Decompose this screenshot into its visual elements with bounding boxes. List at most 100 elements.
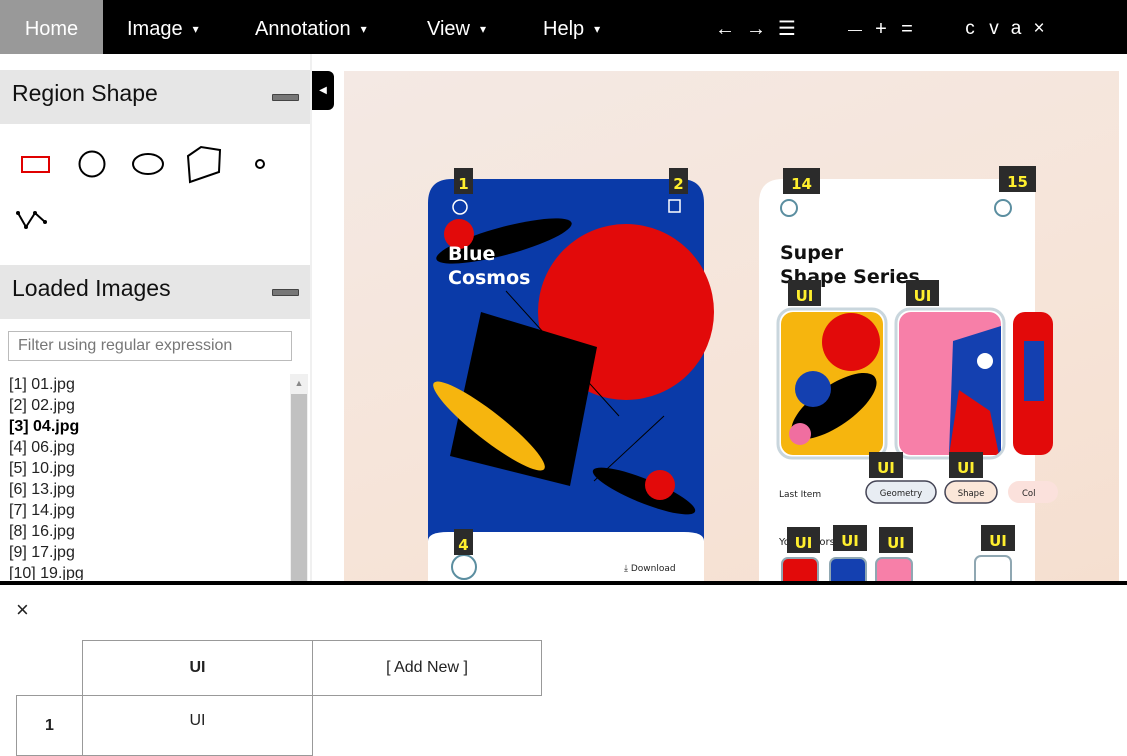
region-label[interactable]: 2 — [669, 168, 688, 194]
svg-text:UI: UI — [877, 459, 895, 477]
attribute-table: UI [ Add New ] 1 UI — [16, 640, 542, 756]
shape-tools — [0, 124, 310, 264]
chip-geometry: Geometry — [880, 489, 922, 499]
svg-text:UI: UI — [841, 532, 859, 550]
image-filter-input[interactable] — [8, 331, 292, 361]
close-icon[interactable]: × — [16, 598, 36, 622]
card-title-line1: Super — [780, 242, 844, 264]
region-label[interactable]: UI — [788, 280, 821, 306]
region-label[interactable]: 14 — [783, 168, 820, 194]
collapse-icon[interactable] — [272, 94, 299, 101]
prev-image-icon[interactable]: ← — [712, 0, 738, 54]
editor-splitter[interactable] — [0, 581, 1127, 585]
loaded-images-title: Loaded Images — [12, 275, 171, 301]
card-title-line2: Cosmos — [448, 267, 530, 289]
zoom-out-icon[interactable]: — — [844, 0, 866, 54]
polygon-shape-icon[interactable] — [184, 144, 224, 184]
image-list-item-selected[interactable]: [3] 04.jpg — [9, 416, 289, 437]
paste-region-button[interactable]: v — [984, 0, 1004, 54]
menu-home[interactable]: Home — [0, 0, 103, 54]
svg-text:4: 4 — [458, 536, 468, 554]
region-label[interactable]: UI — [981, 525, 1015, 551]
select-all-button[interactable]: a — [1006, 0, 1026, 54]
rectangle-shape-icon[interactable] — [16, 144, 56, 184]
region-label[interactable]: 1 — [454, 168, 473, 194]
svg-text:UI: UI — [796, 287, 814, 305]
attribute-column-header[interactable]: UI — [82, 640, 313, 696]
zoom-in-icon[interactable]: + — [870, 0, 892, 54]
image-list-scrollbar[interactable]: ▲ — [290, 374, 308, 582]
menu-annotation[interactable]: Annotation ▾ — [255, 0, 367, 54]
add-new-attribute-button[interactable]: [ Add New ] — [312, 640, 542, 696]
region-shape-title: Region Shape — [12, 80, 158, 106]
loaded-images-header[interactable]: Loaded Images — [0, 265, 310, 319]
region-label[interactable]: 15 — [999, 166, 1036, 192]
toggle-left-panel-icon[interactable]: ◀ — [312, 71, 334, 110]
region-label[interactable]: 4 — [454, 529, 473, 555]
empty-cell — [313, 696, 542, 756]
table-corner — [16, 640, 83, 696]
annotated-image[interactable]: Blue Cosmos ⤓ Download Super Shape Serie… — [344, 71, 1119, 582]
chip-colors: Col — [1022, 489, 1036, 499]
top-menubar: Home Image ▾ Annotation ▾ View ▾ Help ▾ ← → … — [0, 0, 1127, 54]
next-image-icon[interactable]: → — [743, 0, 769, 54]
blue-cosmos-card: Blue Cosmos ⤓ Download — [428, 179, 714, 582]
svg-text:UI: UI — [887, 534, 905, 552]
image-list-item[interactable]: [2] 02.jpg — [9, 395, 289, 416]
menu-image[interactable]: Image ▾ — [127, 0, 199, 54]
image-list: [1] 01.jpg [2] 02.jpg [3] 04.jpg [4] 06.… — [9, 374, 289, 580]
row-id: 1 — [16, 695, 83, 756]
menu-help[interactable]: Help ▾ — [543, 0, 600, 54]
caret-down-icon: ▾ — [192, 22, 199, 36]
image-canvas[interactable]: Blue Cosmos ⤓ Download Super Shape Serie… — [344, 71, 1119, 582]
menu-view-label: View — [427, 18, 470, 40]
ellipse-shape-icon[interactable] — [128, 144, 168, 184]
svg-text:UI: UI — [957, 459, 975, 477]
point-shape-icon[interactable] — [240, 144, 280, 184]
caret-down-icon: ▾ — [360, 22, 367, 36]
scroll-up-icon[interactable]: ▲ — [290, 374, 308, 392]
image-list-item[interactable]: [6] 13.jpg — [9, 479, 289, 500]
copy-region-button[interactable]: c — [960, 0, 980, 54]
chip-shape: Shape — [958, 489, 985, 499]
image-list-item[interactable]: [7] 14.jpg — [9, 500, 289, 521]
region-label[interactable]: UI — [949, 452, 983, 478]
menu-annotation-label: Annotation — [255, 18, 351, 40]
image-list-item[interactable]: [5] 10.jpg — [9, 458, 289, 479]
menu-image-label: Image — [127, 18, 183, 40]
caret-down-icon: ▾ — [480, 22, 487, 36]
circle-shape-icon[interactable] — [72, 144, 112, 184]
menu-view[interactable]: View ▾ — [427, 0, 486, 54]
scrollbar-thumb[interactable] — [291, 394, 307, 582]
region-label[interactable]: UI — [787, 527, 820, 553]
last-item-label: Last Item — [779, 490, 821, 500]
collapse-icon[interactable] — [272, 289, 299, 296]
polyline-shape-icon[interactable] — [12, 200, 52, 240]
svg-text:14: 14 — [791, 175, 812, 193]
image-list-item[interactable]: [9] 17.jpg — [9, 542, 289, 563]
card-title-line1: Blue — [448, 243, 495, 265]
image-list-item[interactable]: [4] 06.jpg — [9, 437, 289, 458]
image-list-item[interactable]: [8] 16.jpg — [9, 521, 289, 542]
caret-down-icon: ▾ — [594, 22, 601, 36]
download-label: ⤓ Download — [624, 564, 676, 574]
svg-text:2: 2 — [673, 175, 683, 193]
region-label[interactable]: UI — [906, 280, 939, 306]
delete-region-icon[interactable]: × — [1029, 0, 1049, 54]
region-label[interactable]: UI — [833, 525, 867, 551]
image-list-item[interactable]: [1] 01.jpg — [9, 374, 289, 395]
svg-text:UI: UI — [989, 532, 1007, 550]
attribute-value-cell[interactable]: UI — [82, 695, 313, 756]
region-label[interactable]: UI — [879, 527, 913, 553]
svg-text:UI: UI — [795, 534, 813, 552]
svg-text:1: 1 — [458, 175, 468, 193]
menu-help-label: Help — [543, 18, 585, 40]
image-list-icon[interactable]: ☰ — [774, 0, 800, 54]
region-label[interactable]: UI — [869, 452, 903, 478]
super-shape-card: Super Shape Series Last Item Geometry Sh… — [759, 179, 1058, 582]
svg-text:UI: UI — [914, 287, 932, 305]
zoom-reset-icon[interactable]: = — [896, 0, 918, 54]
image-list-item[interactable]: [10] 19.jpg — [9, 563, 289, 580]
region-shape-header[interactable]: Region Shape — [0, 70, 310, 124]
svg-text:15: 15 — [1007, 173, 1028, 191]
